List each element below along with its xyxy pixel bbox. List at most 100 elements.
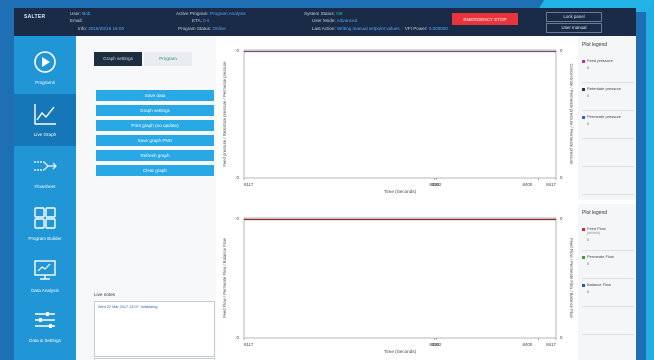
sidebar-item-flowsheet[interactable]: Flowsheet xyxy=(14,146,76,198)
user-mode-row: User Mode: Advanced xyxy=(312,18,357,23)
legend-item-label: Retentate pressure xyxy=(587,86,622,91)
system-status-label: System Status: xyxy=(304,11,335,16)
user-value: Bob xyxy=(82,11,91,16)
legend-item-balance-flow: Balance Flow 0 xyxy=(582,278,634,307)
brand-logo: SALTER xyxy=(24,14,46,20)
sidebar-label-data-analysis: Data Analysis xyxy=(31,288,59,293)
x-tick-label: 8117 xyxy=(244,342,254,347)
last-action-label: Last Action: xyxy=(312,26,336,31)
tab-graph-settings[interactable]: Graph settings xyxy=(94,52,142,66)
system-status-row: System Status: OK xyxy=(304,11,343,16)
flow-chart: Feed Flow / Permeate Flow / Balance Flow… xyxy=(216,204,578,360)
legend-item-value: 0 xyxy=(587,261,590,266)
sliders-icon xyxy=(35,312,55,328)
user-row: User: Bob xyxy=(70,11,90,16)
y-tick-label-right: 0 xyxy=(560,48,563,53)
x-axis-label: Time (Seconds) xyxy=(384,189,417,194)
legend-item-label: Permeate Flow xyxy=(587,254,614,259)
legend-item-retentate-pressure: Retentate pressure 0 xyxy=(582,82,634,111)
legend-item-permeate-pressure: Permeate pressure 0 xyxy=(582,110,634,139)
eta-label: ETA: xyxy=(192,18,202,23)
legend-empty-row xyxy=(582,306,634,335)
save-data-button[interactable]: Save data xyxy=(96,90,214,101)
y-axis-label: Feed pressure / Retentate pressure / Per… xyxy=(222,61,227,167)
graph-settings-button[interactable]: Graph settings xyxy=(96,105,214,116)
legend-item-label: Feed pressure xyxy=(587,58,613,63)
sidebar-label-flowsheet: Flowsheet xyxy=(34,184,56,189)
legend-title: Plot legend xyxy=(582,210,608,216)
grid-icon xyxy=(34,207,56,229)
sidebar-label-programs: Programs xyxy=(35,80,55,85)
legend-item-value: 0 xyxy=(587,237,590,242)
x-tick-label: 8302 xyxy=(432,342,442,347)
legend-swatch xyxy=(582,228,585,231)
x-tick-label: 8417 xyxy=(546,182,556,187)
sidebar-label-data-settings: Data & Settings xyxy=(29,338,61,343)
y-tick-label: 0 xyxy=(237,335,240,340)
y-tick-label-right: 0 xyxy=(560,175,563,180)
user-manual-button[interactable]: User manual xyxy=(546,23,602,33)
live-notes-label: Live notes xyxy=(94,292,115,297)
refresh-graph-button[interactable]: Refresh graph xyxy=(96,150,214,161)
info-label: Info: xyxy=(78,26,87,31)
note-entry: Wed 22 Mar 2017 13:07: Initializing xyxy=(98,305,158,309)
active-program-row: Active Program: Program Analysis xyxy=(176,11,246,16)
x-tick-label: 8302 xyxy=(432,182,442,187)
clear-graph-button[interactable]: Clear graph xyxy=(96,165,214,176)
sidebar-item-live-graph[interactable]: Live Graph xyxy=(14,94,76,146)
sidebar-item-program-builder[interactable]: Program Builder xyxy=(14,198,76,250)
play-icon xyxy=(34,51,56,73)
save-graph-png-button[interactable]: Save graph PNG xyxy=(96,135,214,146)
y-tick-label: 0 xyxy=(237,175,240,180)
legend-item-value: 0 xyxy=(587,121,590,126)
program-status-row: Program Status: Online xyxy=(178,26,226,31)
active-program-value: Program Analysis xyxy=(209,11,246,16)
eta-value: 0 s xyxy=(203,18,210,23)
flow-legend-panel: Plot legend Feed Flow (ml/min) 0 Permeat… xyxy=(578,204,636,360)
legend-item-label: Permeate pressure xyxy=(587,114,622,119)
flowsheet-icon xyxy=(34,161,57,171)
sidebar-nav: Programs Live Graph Flowsheet Program Bu… xyxy=(14,36,76,360)
sidebar-item-data-settings[interactable]: Data & Settings xyxy=(14,300,76,352)
y-axis-label-right: Concentrate / Permeate pressure / Permea… xyxy=(569,63,574,165)
active-program-label: Active Program: xyxy=(176,11,209,16)
legend-swatch xyxy=(582,284,585,287)
x-tick-label: 8400 xyxy=(523,182,533,187)
vfi-value: 0.000000 xyxy=(428,26,448,31)
device-frame-edge xyxy=(646,0,654,360)
x-axis-label: Time (Seconds) xyxy=(384,349,417,354)
pressure-legend-panel: Plot legend Feed pressure 0 Retentate pr… xyxy=(578,36,636,200)
plot-area xyxy=(243,217,557,339)
legend-title: Plot legend xyxy=(582,42,608,48)
legend-item-label: Balance Flow xyxy=(587,282,612,287)
legend-item-feed-flow: Feed Flow (ml/min) 0 xyxy=(582,222,634,251)
y-tick-label: 0 xyxy=(237,216,240,221)
sidebar-label-live-graph: Live Graph xyxy=(33,132,57,137)
legend-item-value: 0 xyxy=(587,93,590,98)
info-row: Info: 2016/03/19 16:00 xyxy=(78,26,124,31)
print-graph-button[interactable]: Print graph (no update) xyxy=(96,120,214,131)
y-axis-label: Feed Flow / Permeate Flow / Balance Flow xyxy=(222,237,227,318)
x-tick-label: 8400 xyxy=(523,342,533,347)
line-graph-icon xyxy=(34,104,56,125)
last-action-row: Last Action: Writing manual setpoint val… xyxy=(312,26,448,31)
y-tick-label-right: 0 xyxy=(560,216,563,221)
sidebar-item-data-analysis[interactable]: Data Analysis xyxy=(14,250,76,302)
lock-panel-button[interactable]: Lock panel xyxy=(546,12,602,22)
eta-row: ETA: 0 s xyxy=(192,18,209,23)
sidebar-item-programs[interactable]: Programs xyxy=(14,42,76,94)
user-mode-value: Advanced xyxy=(336,18,358,23)
pressure-chart-svg: Feed pressure / Retentate pressure / Per… xyxy=(222,48,574,194)
legend-item-value: 0 xyxy=(587,289,590,294)
program-status-label: Program Status: xyxy=(178,26,212,31)
monitor-icon xyxy=(34,260,56,280)
legend-swatch xyxy=(582,60,585,63)
graph-control-panel: Graph settings Program Save data Graph s… xyxy=(76,36,216,360)
app-window: SALTER User: Bob Email: Info: 2016/03/19… xyxy=(14,8,636,360)
legend-swatch xyxy=(582,88,585,91)
flow-chart-svg: Feed Flow / Permeate Flow / Balance Flow… xyxy=(222,216,574,354)
tab-program[interactable]: Program xyxy=(144,52,192,66)
live-notes-log: Wed 22 Mar 2017 13:07: Initializing xyxy=(94,301,215,357)
last-action-value: Writing manual setpoint values xyxy=(337,26,400,31)
emergency-stop-button[interactable]: EMERGENCY STOP xyxy=(452,13,518,25)
